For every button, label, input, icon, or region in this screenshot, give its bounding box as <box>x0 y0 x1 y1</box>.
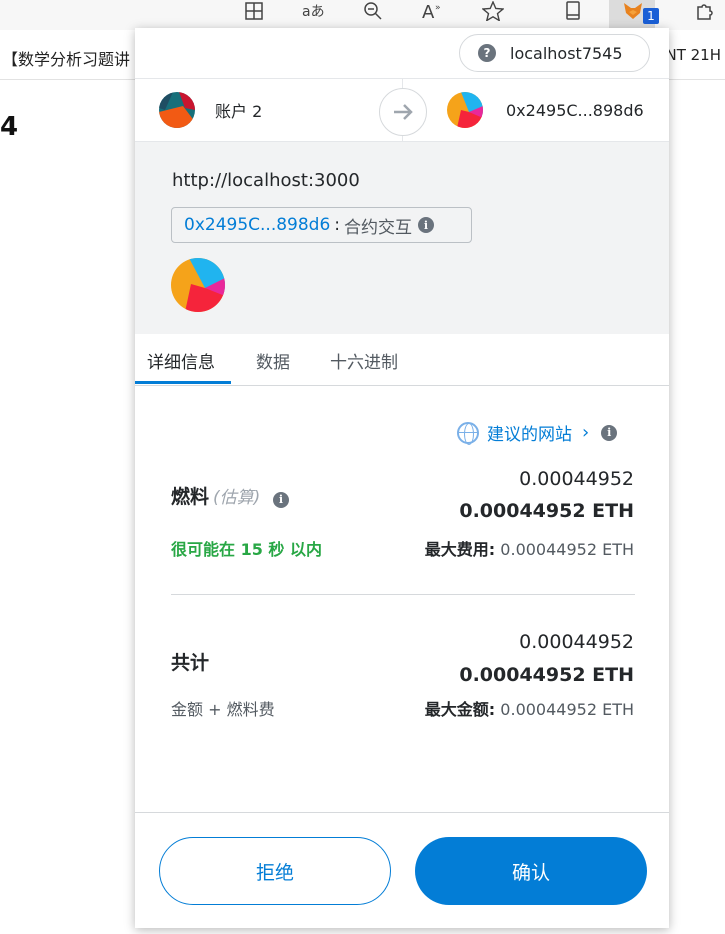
origin-url: http://localhost:3000 <box>172 170 360 191</box>
total-subtitle: 金额 + 燃料费 <box>171 700 275 719</box>
gas-value-eth: 0.00044952 ETH <box>459 500 634 522</box>
browser-toolbar: aあ A» 1 <box>0 0 725 30</box>
reject-button[interactable]: 拒绝 <box>159 837 391 905</box>
network-selector[interactable]: ? localhost7545 <box>459 34 650 72</box>
bookmark-item[interactable]: NT 21H <box>665 46 721 64</box>
action-footer: 拒绝 确认 <box>135 812 669 928</box>
info-icon[interactable]: i <box>601 424 618 441</box>
text-size-icon[interactable]: A» <box>418 0 448 22</box>
origin-panel: http://localhost:3000 0x2495C...898d6 : … <box>135 142 669 334</box>
recipient-address: 0x2495C...898d6 <box>506 100 644 120</box>
details-tabs: 详细信息 数据 十六进制 <box>135 334 669 386</box>
tab-grid-icon[interactable] <box>239 0 269 22</box>
svg-text:»: » <box>435 3 441 13</box>
max-amount: 最大金额: 0.00044952 ETH <box>425 696 634 720</box>
svg-text:aあ: aあ <box>302 4 325 20</box>
gas-label: 燃料 <box>171 486 210 508</box>
suggested-site-label: 建议的网站 <box>487 425 572 445</box>
max-amount-label: 最大金额: <box>424 700 496 719</box>
contract-separator: : <box>334 215 341 235</box>
favorite-star-icon[interactable] <box>478 0 508 22</box>
total-value-eth: 0.00044952 ETH <box>459 664 634 686</box>
sender-account[interactable]: 账户 2 <box>159 92 262 128</box>
gas-value: 0.00044952 <box>519 468 634 490</box>
account-avatar <box>159 92 195 128</box>
contract-avatar <box>171 258 225 312</box>
gas-timing: 很可能在 15 秒 以内 <box>171 540 322 559</box>
info-icon[interactable]: i <box>418 217 435 233</box>
contract-address-link[interactable]: 0x2495C...898d6 <box>184 215 330 235</box>
svg-text:A: A <box>422 2 435 21</box>
account-row: 账户 2 0x2495C...898d6 <box>135 78 669 143</box>
recipient-account[interactable]: 0x2495C...898d6 <box>447 92 644 128</box>
tab-hex[interactable]: 十六进制 <box>330 348 398 373</box>
total-title: 共计 <box>171 652 210 674</box>
arrow-right-icon <box>379 88 427 136</box>
bookmark-item[interactable]: 【数学分析习题讲 <box>2 46 130 70</box>
extension-badge: 1 <box>643 8 659 24</box>
contract-method-label: 合约交互 <box>344 217 413 238</box>
contract-interaction-pill[interactable]: 0x2495C...898d6 : 合约交互 i <box>171 207 472 243</box>
metamask-popup: ? localhost7545 账户 2 0x2495C...898d6 htt… <box>135 28 669 928</box>
active-tab-indicator <box>135 381 231 384</box>
suggested-site-link[interactable]: 建议的网站 › i <box>457 420 618 445</box>
reading-list-icon[interactable] <box>558 0 588 22</box>
tab-details[interactable]: 详细信息 <box>147 348 215 373</box>
info-icon[interactable]: i <box>272 491 289 508</box>
zoom-out-icon[interactable] <box>358 0 388 22</box>
read-aloud-icon[interactable]: aあ <box>298 0 328 22</box>
max-fee-label: 最大费用: <box>424 540 496 559</box>
question-icon: ? <box>478 44 496 62</box>
sender-account-name: 账户 2 <box>215 102 263 121</box>
max-fee-value: 0.00044952 ETH <box>500 540 634 559</box>
gas-estimate-label: (估算) <box>213 488 261 508</box>
page-heading-fragment: 4 <box>0 112 19 142</box>
total-value: 0.00044952 <box>519 631 634 653</box>
network-name: localhost7545 <box>510 43 623 63</box>
section-divider <box>171 594 635 595</box>
chevron-right-icon: › <box>582 422 590 443</box>
tab-data[interactable]: 数据 <box>256 348 290 373</box>
max-amount-value: 0.00044952 ETH <box>500 700 634 719</box>
recipient-avatar <box>447 92 483 128</box>
extensions-puzzle-icon[interactable] <box>690 0 720 22</box>
gas-title: 燃料 (估算) i <box>171 482 289 509</box>
globe-icon <box>457 421 479 445</box>
max-fee: 最大费用: 0.00044952 ETH <box>425 536 634 560</box>
confirm-button[interactable]: 确认 <box>415 837 647 905</box>
